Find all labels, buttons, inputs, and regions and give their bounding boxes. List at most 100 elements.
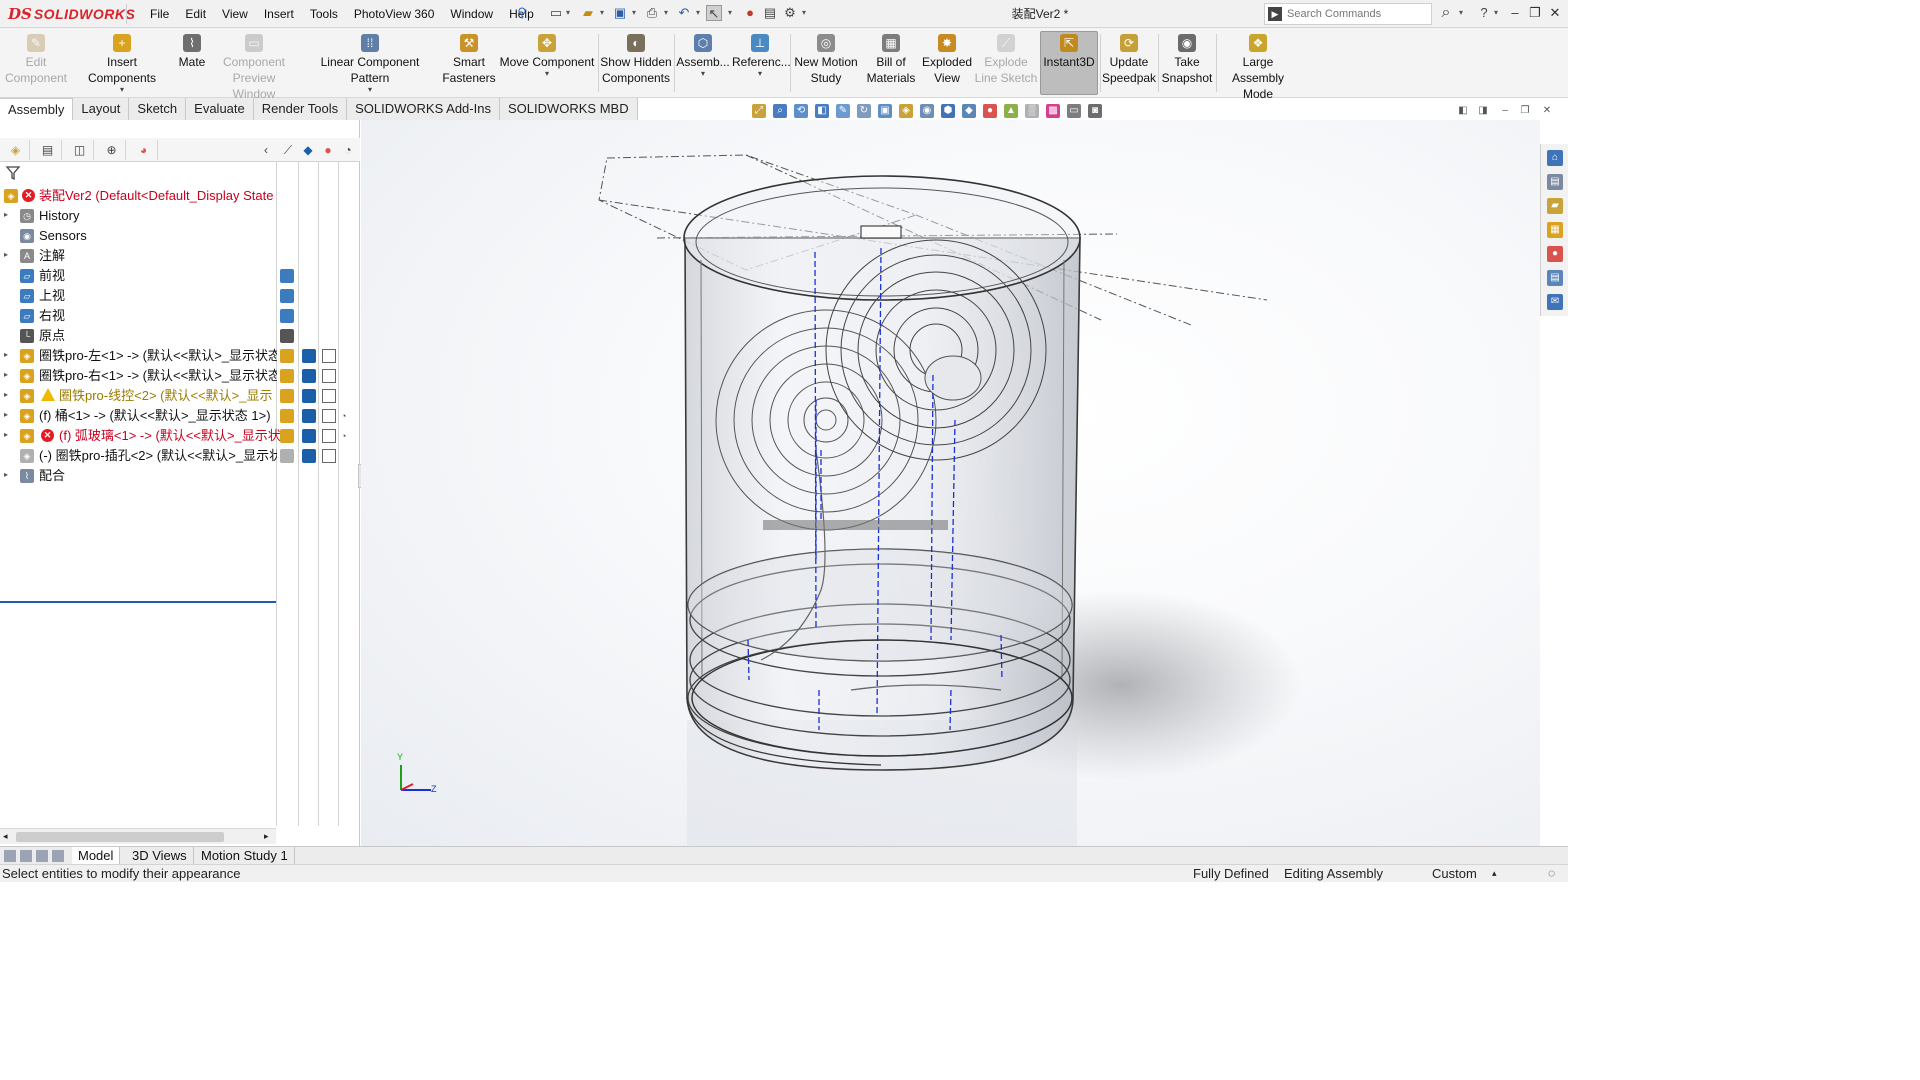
open-folder-icon[interactable]: ▰ bbox=[580, 5, 596, 21]
menu-window[interactable]: Window bbox=[442, 0, 501, 28]
solidworks-logo[interactable]: DS SOLIDWORKS bbox=[8, 3, 135, 25]
chevron-down-icon[interactable]: ▾ bbox=[696, 9, 702, 17]
edit-appearance-icon[interactable]: ⬢ bbox=[941, 104, 955, 118]
zoom-to-fit-icon[interactable]: ⤢ bbox=[752, 104, 766, 118]
instant3d-button[interactable]: ⇱ Instant3D bbox=[1040, 31, 1098, 95]
chevron-down-icon[interactable]: ▾ bbox=[72, 86, 172, 94]
tab-3d-views[interactable]: 3D Views bbox=[126, 847, 194, 865]
file-explorer-icon[interactable]: ▰ bbox=[1547, 198, 1563, 214]
hide-show-items-icon[interactable]: ◉ bbox=[920, 104, 934, 118]
pin-icon[interactable]: ⚲ bbox=[514, 5, 530, 21]
display-mode-icon[interactable] bbox=[322, 429, 336, 443]
doc-restore-icon[interactable]: ❐ bbox=[1518, 104, 1532, 118]
transparency-eye-icon[interactable]: ◔ bbox=[341, 411, 353, 421]
menu-view[interactable]: View bbox=[214, 0, 256, 28]
dimxpert-tab-icon[interactable]: ⊕ bbox=[98, 140, 126, 160]
tab-evaluate[interactable]: Evaluate bbox=[186, 98, 254, 120]
edit-component-button[interactable]: ✎ Edit Component bbox=[4, 32, 68, 94]
home-icon[interactable]: ⌂ bbox=[1547, 150, 1563, 166]
rotate-view-icon[interactable]: ↻ bbox=[857, 104, 871, 118]
display-manager-tab-icon[interactable]: ◕ bbox=[130, 140, 158, 160]
large-assembly-mode-button[interactable]: ❖ Large Assembly Mode bbox=[1218, 32, 1298, 101]
shadows-icon[interactable]: ▒ bbox=[1025, 104, 1039, 118]
appearance-cube-icon[interactable]: ◆ bbox=[298, 140, 318, 160]
print-icon[interactable]: ⎙ bbox=[644, 5, 660, 21]
chat-icon[interactable]: ◌ bbox=[1548, 866, 1555, 880]
tree-item-component[interactable]: ▸ ◈ 圈铁pro-左<1> -> (默认<<默认>_显示状态 bbox=[0, 346, 360, 366]
zoom-to-area-icon[interactable]: ⌕ bbox=[773, 104, 787, 118]
tab-render-tools[interactable]: Render Tools bbox=[253, 98, 348, 120]
menu-edit[interactable]: Edit bbox=[177, 0, 214, 28]
expand-arrow-icon[interactable]: ▸ bbox=[4, 249, 12, 261]
dynamic-annotation-icon[interactable]: ✎ bbox=[836, 104, 850, 118]
units-selector[interactable]: Custom bbox=[1432, 866, 1477, 881]
scrollbar-thumb[interactable] bbox=[16, 832, 224, 842]
appearance-icon[interactable] bbox=[302, 429, 316, 443]
menu-insert[interactable]: Insert bbox=[256, 0, 302, 28]
custom-properties-icon[interactable]: ▤ bbox=[1547, 270, 1563, 286]
appearance-sphere-icon[interactable]: ● bbox=[983, 104, 997, 118]
tree-item-component-warning[interactable]: ▸ ◈ 圈铁pro-线控<2> (默认<<默认>_显示 bbox=[0, 386, 360, 406]
tree-root-assembly[interactable]: ◈ ✕ 装配Ver2 (Default<Default_Display Stat… bbox=[0, 186, 360, 206]
doc-close-icon[interactable]: ✕ bbox=[1540, 104, 1554, 118]
chevron-down-icon[interactable]: ▾ bbox=[300, 86, 440, 94]
previous-tab-icon[interactable] bbox=[20, 850, 32, 862]
display-style-icon[interactable]: ◈ bbox=[899, 104, 913, 118]
chevron-down-icon[interactable]: ▾ bbox=[1494, 9, 1500, 17]
hide-show-icon[interactable]: ⟋ bbox=[278, 140, 298, 160]
expand-arrow-icon[interactable]: ▸ bbox=[4, 349, 12, 361]
tile-left-icon[interactable]: ◧ bbox=[1456, 104, 1470, 118]
take-snapshot-button[interactable]: ◉ Take Snapshot bbox=[1160, 32, 1214, 94]
expand-arrow-icon[interactable]: ▸ bbox=[4, 389, 12, 401]
update-speedpak-button[interactable]: ⟳ Update Speedpak bbox=[1102, 32, 1156, 94]
assembly-features-button[interactable]: ⬡ Assemb... ▾ bbox=[676, 32, 730, 94]
camera-view-icon[interactable]: ◙ bbox=[1088, 104, 1102, 118]
reference-geometry-button[interactable]: ⊥ Referenc... ▾ bbox=[732, 32, 791, 94]
chevron-up-icon[interactable]: ▴ bbox=[1492, 868, 1497, 879]
tree-filter[interactable] bbox=[4, 164, 272, 184]
tree-item-mates[interactable]: ▸ ⌇ 配合 bbox=[0, 466, 360, 486]
first-tab-icon[interactable] bbox=[4, 850, 16, 862]
display-mode-icon[interactable] bbox=[322, 449, 336, 463]
undo-icon[interactable]: ↶ bbox=[676, 5, 692, 21]
chevron-down-icon[interactable]: ▾ bbox=[732, 70, 788, 78]
section-view-icon[interactable]: ◧ bbox=[815, 104, 829, 118]
save-icon[interactable]: ▣ bbox=[612, 5, 628, 21]
menu-file[interactable]: File bbox=[142, 0, 177, 28]
chevron-down-icon[interactable]: ▾ bbox=[498, 70, 596, 78]
display-mode-icon[interactable] bbox=[322, 409, 336, 423]
chevron-down-icon[interactable]: ▾ bbox=[632, 9, 638, 17]
display-mode-icon[interactable] bbox=[322, 369, 336, 383]
appearances-scenes-icon[interactable]: ● bbox=[1547, 246, 1563, 262]
next-tab-icon[interactable] bbox=[36, 850, 48, 862]
scene-icon[interactable]: ▲ bbox=[1004, 104, 1018, 118]
configuration-manager-tab-icon[interactable]: ◫ bbox=[66, 140, 94, 160]
rebuild-icon[interactable]: ● bbox=[742, 5, 758, 21]
expand-arrow-icon[interactable]: ▸ bbox=[4, 369, 12, 381]
minimize-icon[interactable]: – bbox=[1506, 4, 1524, 22]
file-properties-icon[interactable]: ▤ bbox=[762, 5, 778, 21]
component-preview-window-button[interactable]: ▭ Component Preview Window bbox=[212, 32, 296, 101]
display-pane-icon[interactable]: ◔ bbox=[338, 140, 358, 160]
scroll-left-icon[interactable]: ◂ bbox=[3, 831, 8, 842]
transparency-eye-icon[interactable]: ◔ bbox=[341, 431, 353, 441]
new-document-icon[interactable]: ▭ bbox=[548, 5, 564, 21]
tab-sketch[interactable]: Sketch bbox=[129, 98, 187, 120]
chevron-down-icon[interactable]: ▾ bbox=[676, 70, 730, 78]
chevron-down-icon[interactable]: ▾ bbox=[664, 9, 670, 17]
appearance-icon[interactable] bbox=[302, 389, 316, 403]
tab-layout[interactable]: Layout bbox=[73, 98, 130, 120]
chevron-left-icon[interactable]: ‹ bbox=[256, 140, 276, 160]
realview-icon[interactable]: ▩ bbox=[1046, 104, 1060, 118]
tree-item-annotations[interactable]: ▸ A 注解 bbox=[0, 246, 360, 266]
tree-item-component-suppressed[interactable]: ◈ (-) 圈铁pro-插孔<2> (默认<<默认>_显示状 bbox=[0, 446, 360, 466]
tab-model[interactable]: Model bbox=[72, 847, 121, 865]
horizontal-scrollbar[interactable]: ◂ ▸ bbox=[0, 828, 276, 844]
chevron-down-icon[interactable]: ▾ bbox=[1459, 9, 1465, 17]
linear-component-pattern-button[interactable]: ⁞⁞ Linear Component Pattern ▾ bbox=[300, 32, 440, 94]
tab-motion-study[interactable]: Motion Study 1 bbox=[195, 847, 295, 865]
tree-item-sensors[interactable]: ◉ Sensors bbox=[0, 226, 360, 246]
select-pointer-icon[interactable]: ↖ bbox=[706, 5, 722, 21]
appearance-icon[interactable] bbox=[302, 349, 316, 363]
menu-tools[interactable]: Tools bbox=[302, 0, 346, 28]
